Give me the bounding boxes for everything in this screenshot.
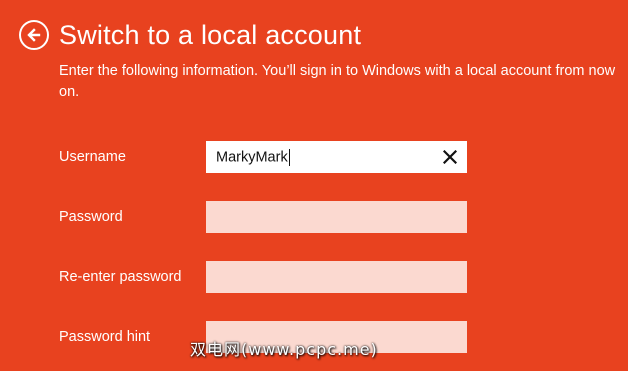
reenter-password-field[interactable] xyxy=(206,261,467,293)
username-label: Username xyxy=(59,149,126,165)
password-field[interactable] xyxy=(206,201,467,233)
password-hint-label: Password hint xyxy=(59,329,151,345)
back-arrow-icon xyxy=(27,28,41,42)
password-label: Password xyxy=(59,209,123,225)
username-field[interactable]: MarkyMark xyxy=(206,141,467,173)
back-button[interactable] xyxy=(19,20,49,50)
page-description: Enter the following information. You’ll … xyxy=(59,63,616,100)
page-title: Switch to a local account xyxy=(59,19,362,50)
text-caret xyxy=(288,148,290,166)
close-icon xyxy=(443,150,457,164)
header: Switch to a local account xyxy=(19,14,361,56)
watermark: 双电网(www.pcpc.me) xyxy=(190,340,378,359)
clear-input-button[interactable] xyxy=(435,142,465,172)
reenter-password-label: Re-enter password xyxy=(59,269,182,285)
username-value: MarkyMark xyxy=(216,148,290,166)
